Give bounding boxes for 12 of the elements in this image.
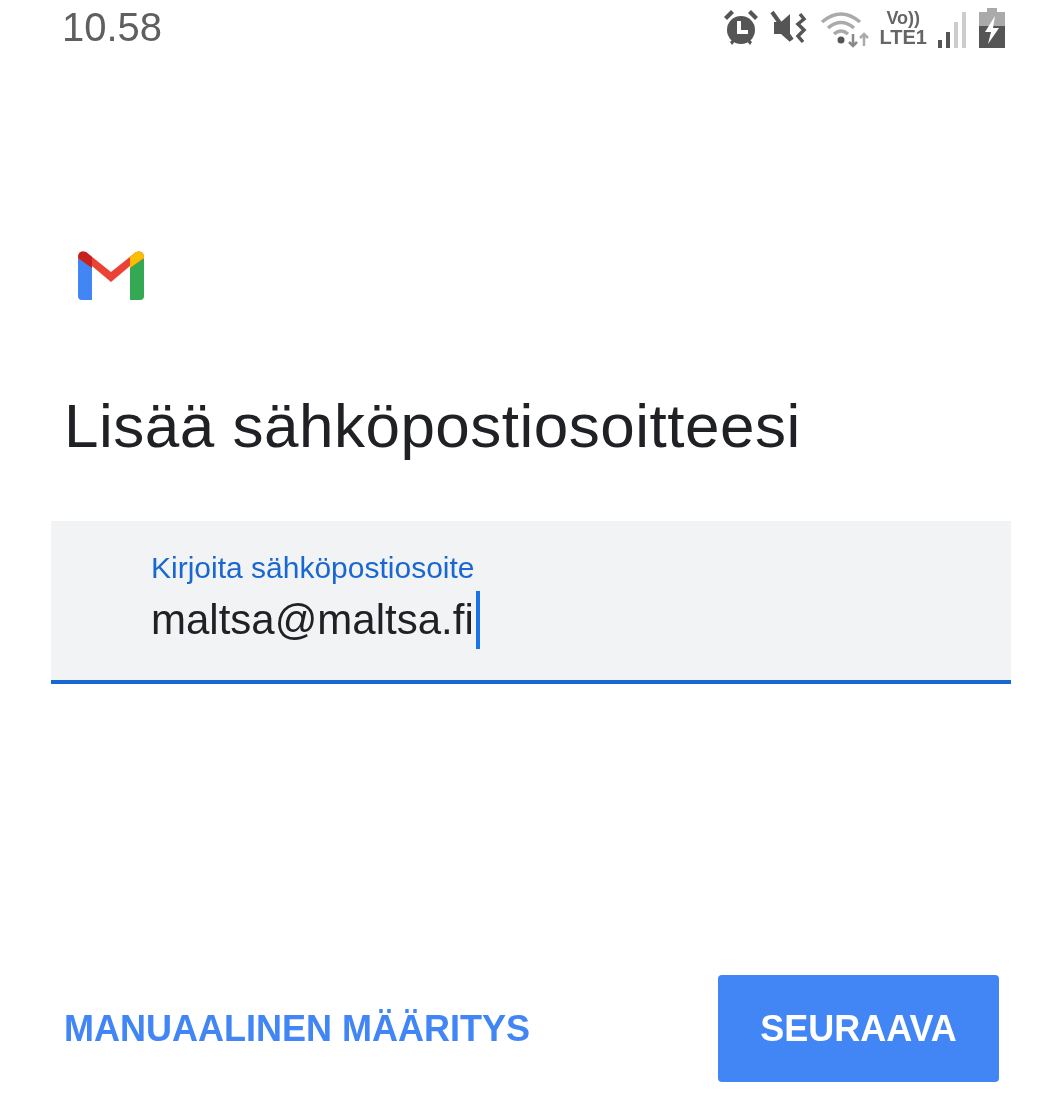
next-button[interactable]: SEURAAVA <box>718 975 999 1082</box>
status-time: 10.58 <box>62 5 163 50</box>
page-title: Lisää sähköpostiosoitteesi <box>64 390 802 461</box>
email-input-field[interactable]: Kirjoita sähköpostiosoite maltsa@maltsa.fi <box>51 521 1011 684</box>
text-cursor <box>475 591 480 649</box>
field-value: maltsa@maltsa.fi <box>151 596 474 644</box>
volte-label: Vo)) <box>886 8 921 28</box>
network-type-label: LTE1 <box>879 27 927 47</box>
battery-charging-icon <box>979 7 1005 48</box>
manual-setup-link[interactable]: MANUAALINEN MÄÄRITYS <box>64 1007 530 1050</box>
field-label: Kirjoita sähköpostiosoite <box>151 551 475 585</box>
mail-logo-icon <box>78 250 144 300</box>
